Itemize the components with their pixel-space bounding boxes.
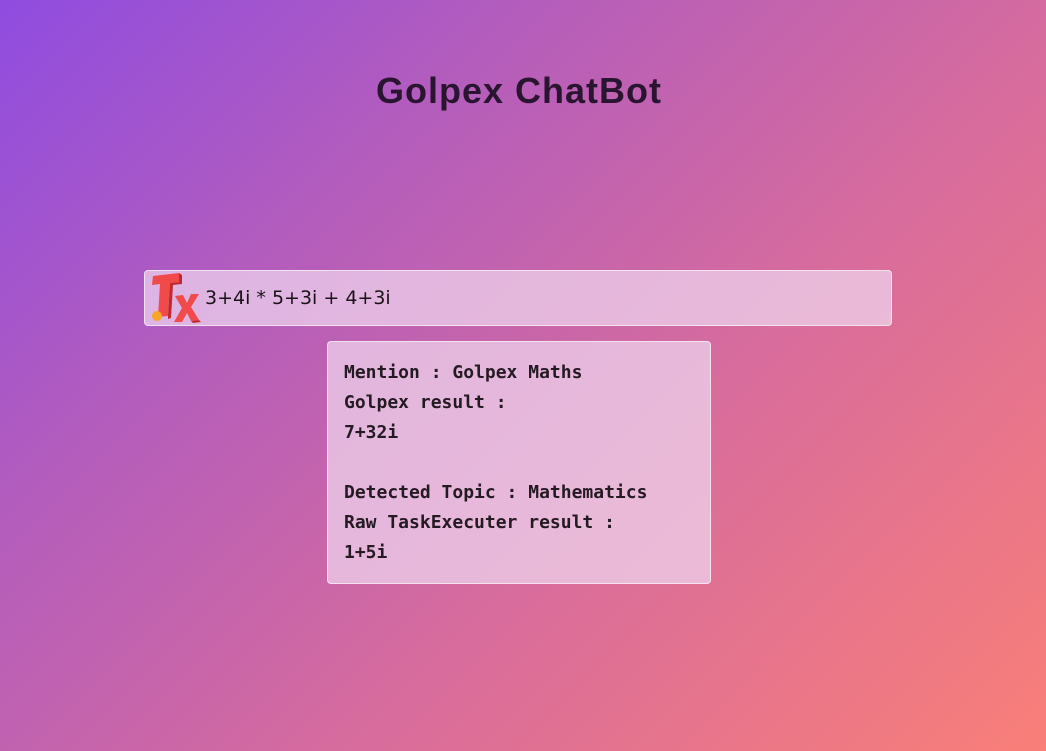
response-line: 1+5i xyxy=(344,542,388,563)
page-title: Golpex ChatBot xyxy=(375,70,662,111)
chat-input-bar[interactable] xyxy=(144,270,892,326)
response-line: Detected Topic : Mathematics xyxy=(344,482,648,503)
response-box: Mention : Golpex Maths Golpex result : 7… xyxy=(327,341,711,584)
response-line: Golpex result : xyxy=(344,392,507,413)
response-line: Raw TaskExecuter result : xyxy=(344,512,615,533)
response-line: 7+32i xyxy=(344,422,399,443)
query-input[interactable] xyxy=(205,278,891,318)
tex-logo-icon[interactable] xyxy=(149,272,201,324)
response-line: Mention : Golpex Maths xyxy=(344,362,583,383)
response-line xyxy=(344,448,710,478)
